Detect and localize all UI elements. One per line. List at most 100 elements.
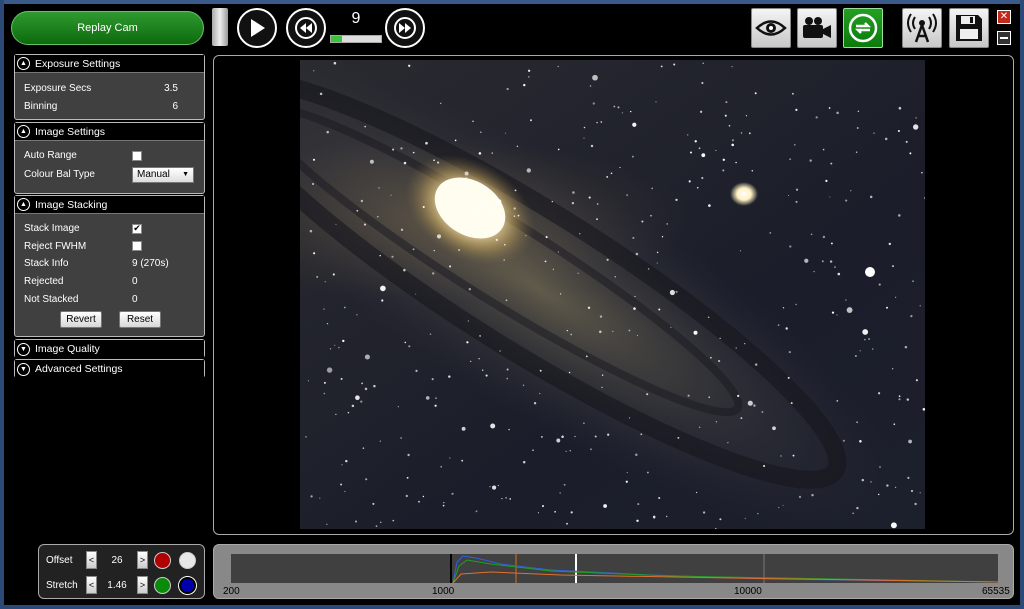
- star: [751, 169, 754, 172]
- star: [702, 62, 704, 64]
- star: [362, 447, 365, 449]
- image-settings-header[interactable]: ▲ Image Settings: [15, 123, 204, 141]
- star: [533, 402, 537, 405]
- advanced-settings-header[interactable]: ▼ Advanced Settings: [15, 360, 204, 378]
- image-quality-panel[interactable]: ▼ Image Quality: [14, 339, 205, 358]
- star: [579, 233, 581, 235]
- star: [660, 65, 663, 68]
- star: [435, 397, 437, 399]
- star: [570, 511, 573, 514]
- advanced-settings-panel[interactable]: ▼ Advanced Settings: [14, 359, 205, 378]
- star: [310, 495, 313, 498]
- broadcast-button[interactable]: [902, 8, 942, 48]
- histogram-plot[interactable]: [231, 554, 999, 584]
- window-frame-left: [0, 0, 4, 609]
- image-quality-header[interactable]: ▼ Image Quality: [15, 340, 204, 358]
- star: [557, 148, 560, 151]
- histogram-panel[interactable]: 200 1000 10000 65535: [213, 544, 1014, 599]
- star: [344, 490, 346, 493]
- star: [400, 147, 403, 150]
- star: [898, 398, 901, 401]
- star: [544, 260, 547, 263]
- star: [492, 212, 495, 215]
- reset-button[interactable]: Reset: [119, 310, 161, 328]
- star: [517, 214, 520, 217]
- stretch-value[interactable]: 1.46: [97, 580, 137, 591]
- star: [687, 134, 689, 136]
- next-frame-button[interactable]: [385, 8, 425, 48]
- star: [626, 472, 628, 474]
- green-channel-button[interactable]: [154, 576, 171, 594]
- star: [380, 285, 386, 292]
- minimize-window-button[interactable]: [997, 31, 1011, 45]
- star: [592, 74, 598, 81]
- star: [658, 496, 661, 500]
- star: [707, 316, 710, 319]
- star: [347, 411, 350, 414]
- star: [628, 329, 631, 332]
- offset-increase-button[interactable]: >: [137, 551, 148, 569]
- histogram-label-min: 200: [223, 586, 240, 597]
- star: [731, 66, 733, 68]
- star: [715, 421, 718, 423]
- exposure-secs-value[interactable]: 3.5: [132, 83, 178, 94]
- star: [552, 268, 555, 270]
- star: [596, 218, 598, 220]
- star: [702, 511, 706, 514]
- star: [810, 233, 813, 236]
- reject-fwhm-checkbox[interactable]: [132, 241, 142, 252]
- star: [688, 180, 691, 183]
- star: [842, 439, 845, 442]
- binning-value[interactable]: 6: [132, 101, 178, 112]
- auto-range-checkbox[interactable]: [132, 150, 142, 161]
- binning-label: Binning: [24, 100, 58, 112]
- star: [891, 367, 894, 370]
- previous-frame-button[interactable]: [286, 8, 326, 48]
- eye-icon: [755, 20, 787, 36]
- blue-channel-button[interactable]: [179, 576, 196, 594]
- stretch-decrease-button[interactable]: <: [86, 576, 97, 594]
- exposure-settings-header[interactable]: ▲ Exposure Settings: [15, 55, 204, 73]
- offset-decrease-button[interactable]: <: [86, 551, 97, 569]
- camera-button[interactable]: [797, 8, 837, 48]
- star: [735, 161, 737, 164]
- star: [472, 120, 474, 123]
- close-window-button[interactable]: ✕: [997, 10, 1011, 24]
- view-button[interactable]: [751, 8, 791, 48]
- offset-value[interactable]: 26: [97, 555, 137, 566]
- white-channel-button[interactable]: [179, 551, 196, 569]
- star: [740, 417, 743, 420]
- stretch-increase-button[interactable]: >: [137, 576, 148, 594]
- star: [636, 519, 639, 523]
- star: [492, 485, 497, 490]
- stack-info-row: Stack Info 9 (270s): [15, 255, 204, 273]
- star: [461, 426, 466, 431]
- revert-button[interactable]: Revert: [60, 310, 102, 328]
- replay-cam-button[interactable]: Replay Cam: [11, 11, 204, 45]
- stack-image-checkbox[interactable]: ✔: [132, 223, 142, 234]
- star: [731, 139, 734, 142]
- rewind-icon: [295, 17, 317, 39]
- play-button[interactable]: [237, 8, 277, 48]
- colour-bal-select[interactable]: Manual ▼: [132, 166, 194, 183]
- star: [487, 226, 491, 229]
- star: [868, 338, 871, 340]
- star: [915, 379, 918, 382]
- star: [754, 363, 758, 366]
- star: [527, 69, 531, 73]
- star: [329, 348, 332, 350]
- star: [731, 143, 734, 147]
- panel-splitter-handle[interactable]: [212, 8, 228, 46]
- star: [360, 199, 364, 203]
- red-channel-button[interactable]: [154, 551, 171, 569]
- live-stack-toggle[interactable]: [843, 8, 883, 48]
- image-stacking-panel: ▲ Image Stacking Stack Image ✔ Reject FW…: [14, 195, 205, 337]
- save-button[interactable]: [949, 8, 989, 48]
- star: [898, 106, 902, 110]
- star: [632, 236, 635, 239]
- star: [496, 230, 498, 232]
- image-stacking-header[interactable]: ▲ Image Stacking: [15, 196, 204, 214]
- star: [478, 152, 482, 155]
- star: [522, 384, 525, 386]
- rejected-label: Rejected: [24, 276, 64, 288]
